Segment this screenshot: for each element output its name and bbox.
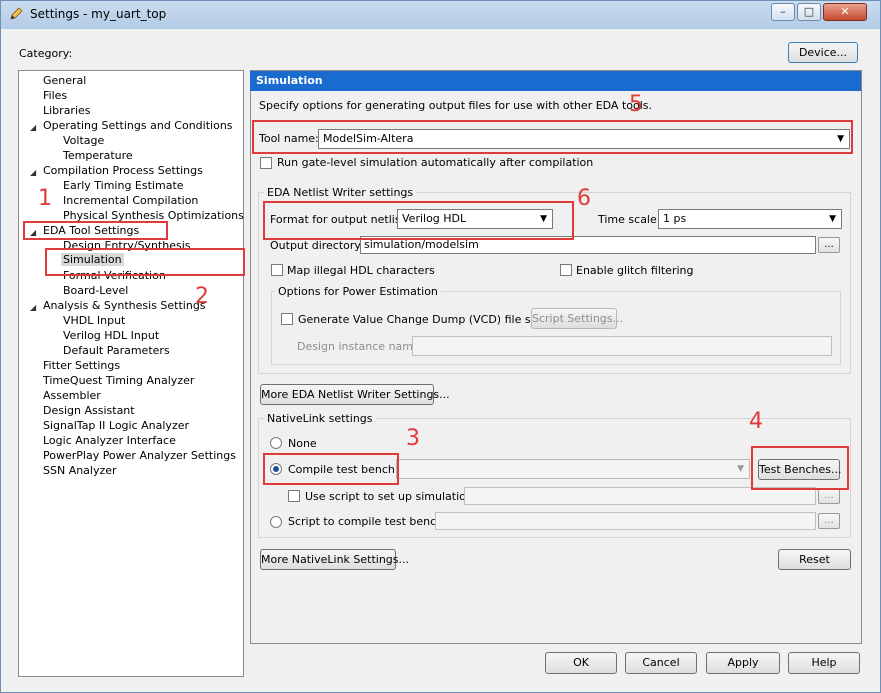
tree-item-libraries[interactable]: Libraries	[43, 104, 91, 117]
tree-item-analysis-synthesis[interactable]: Analysis & Synthesis Settings	[43, 299, 206, 312]
maximize-button[interactable]: □	[797, 3, 821, 21]
category-tree[interactable]: ◢ ◢ ◢ ◢ General Files Libraries Operatin…	[18, 70, 244, 677]
design-instance-label: Design instance name:	[297, 340, 424, 353]
window-title: Settings - my_uart_top	[30, 7, 167, 21]
panel-description: Specify options for generating output fi…	[259, 99, 653, 112]
reset-button[interactable]: Reset	[778, 549, 851, 570]
tree-item-board-level[interactable]: Board-Level	[63, 284, 128, 297]
run-gate-level-label: Run gate-level simulation automatically …	[277, 156, 594, 169]
tree-item-files[interactable]: Files	[43, 89, 67, 102]
dropdown-arrow-icon: ▼	[737, 464, 744, 474]
category-label: Category:	[19, 47, 73, 60]
expand-triangle-icon[interactable]: ◢	[30, 303, 36, 312]
script-compile-input[interactable]	[435, 512, 816, 530]
more-netlist-settings-button[interactable]: More EDA Netlist Writer Settings...	[260, 384, 450, 405]
none-radio[interactable]	[270, 437, 282, 449]
annotation-box-3	[263, 453, 399, 485]
map-illegal-hdl-checkbox[interactable]	[271, 264, 283, 276]
panel-heading-text: Simulation	[256, 74, 323, 87]
time-scale-label: Time scale:	[598, 213, 661, 226]
close-button[interactable]: ✕	[823, 3, 867, 21]
tree-item-fitter-settings[interactable]: Fitter Settings	[43, 359, 120, 372]
annotation-box-5	[252, 120, 853, 154]
none-radio-label: None	[288, 437, 317, 450]
settings-pencil-icon	[10, 7, 23, 20]
ok-button[interactable]: OK	[545, 652, 617, 674]
tree-item-verilog-input[interactable]: Verilog HDL Input	[63, 329, 159, 342]
nativelink-group-title: NativeLink settings	[264, 412, 376, 425]
dropdown-arrow-icon: ▼	[829, 214, 836, 224]
output-directory-browse-button[interactable]: ...	[818, 237, 840, 253]
minimize-button[interactable]: –	[771, 3, 795, 21]
tree-item-ssn-analyzer[interactable]: SSN Analyzer	[43, 464, 117, 477]
use-script-label: Use script to set up simulation:	[305, 490, 477, 503]
script-compile-radio[interactable]	[270, 516, 282, 528]
device-button[interactable]: Device...	[788, 42, 858, 63]
output-directory-label: Output directory:	[270, 239, 364, 252]
expand-triangle-icon[interactable]: ◢	[30, 123, 36, 132]
script-compile-label: Script to compile test bench:	[288, 515, 447, 528]
time-scale-value: 1 ps	[663, 212, 687, 225]
annotation-box-4	[751, 446, 849, 490]
tree-item-powerplay[interactable]: PowerPlay Power Analyzer Settings	[43, 449, 236, 462]
tree-item-operating-settings[interactable]: Operating Settings and Conditions	[43, 119, 233, 132]
annotation-box-6	[263, 201, 574, 240]
tree-item-signaltap[interactable]: SignalTap II Logic Analyzer	[43, 419, 189, 432]
more-nativelink-settings-button[interactable]: More NativeLink Settings...	[260, 549, 409, 570]
annotation-number-5: 5	[629, 92, 643, 117]
tree-item-incremental-compilation[interactable]: Incremental Compilation	[63, 194, 198, 207]
annotation-number-3: 3	[406, 426, 420, 451]
annotation-number-6: 6	[577, 186, 591, 211]
compile-test-bench-select[interactable]: ▼	[396, 459, 750, 479]
cancel-button[interactable]: Cancel	[625, 652, 697, 674]
tree-item-early-timing[interactable]: Early Timing Estimate	[63, 179, 184, 192]
tree-item-general[interactable]: General	[43, 74, 86, 87]
enable-glitch-checkbox[interactable]	[560, 264, 572, 276]
annotation-box-2	[45, 248, 245, 276]
tree-item-vhdl-input[interactable]: VHDL Input	[63, 314, 125, 327]
tree-item-default-parameters[interactable]: Default Parameters	[63, 344, 170, 357]
tree-item-timequest[interactable]: TimeQuest Timing Analyzer	[43, 374, 194, 387]
annotation-number-4: 4	[749, 409, 763, 434]
annotation-number-1: 1	[38, 186, 52, 211]
tree-item-voltage[interactable]: Voltage	[63, 134, 104, 147]
annotation-box-1	[23, 221, 168, 240]
enable-glitch-label: Enable glitch filtering	[576, 264, 694, 277]
apply-button[interactable]: Apply	[706, 652, 780, 674]
map-illegal-hdl-label: Map illegal HDL characters	[287, 264, 435, 277]
help-button[interactable]: Help	[788, 652, 860, 674]
tree-item-temperature[interactable]: Temperature	[63, 149, 133, 162]
tree-item-assembler[interactable]: Assembler	[43, 389, 101, 402]
script-compile-browse-button[interactable]: ...	[818, 513, 840, 529]
tree-item-compilation-process[interactable]: Compilation Process Settings	[43, 164, 203, 177]
use-script-browse-button[interactable]: ...	[818, 488, 840, 504]
use-script-checkbox[interactable]	[288, 490, 300, 502]
tree-item-logic-analyzer-interface[interactable]: Logic Analyzer Interface	[43, 434, 176, 447]
generate-vcd-checkbox[interactable]	[281, 313, 293, 325]
time-scale-select[interactable]: 1 ps ▼	[658, 209, 842, 229]
run-gate-level-checkbox[interactable]	[260, 157, 272, 169]
panel-heading: Simulation	[250, 71, 861, 91]
netlist-writer-group-title: EDA Netlist Writer settings	[264, 186, 417, 199]
design-instance-input[interactable]	[412, 336, 832, 356]
expand-triangle-icon[interactable]: ◢	[30, 168, 36, 177]
power-estimation-group-title: Options for Power Estimation	[275, 285, 441, 298]
generate-vcd-label: Generate Value Change Dump (VCD) file sc…	[298, 313, 556, 326]
script-settings-button[interactable]: Script Settings...	[531, 308, 623, 329]
annotation-number-2: 2	[195, 284, 209, 309]
tree-item-design-assistant[interactable]: Design Assistant	[43, 404, 135, 417]
title-bar[interactable]: Settings - my_uart_top – □ ✕	[1, 1, 880, 29]
